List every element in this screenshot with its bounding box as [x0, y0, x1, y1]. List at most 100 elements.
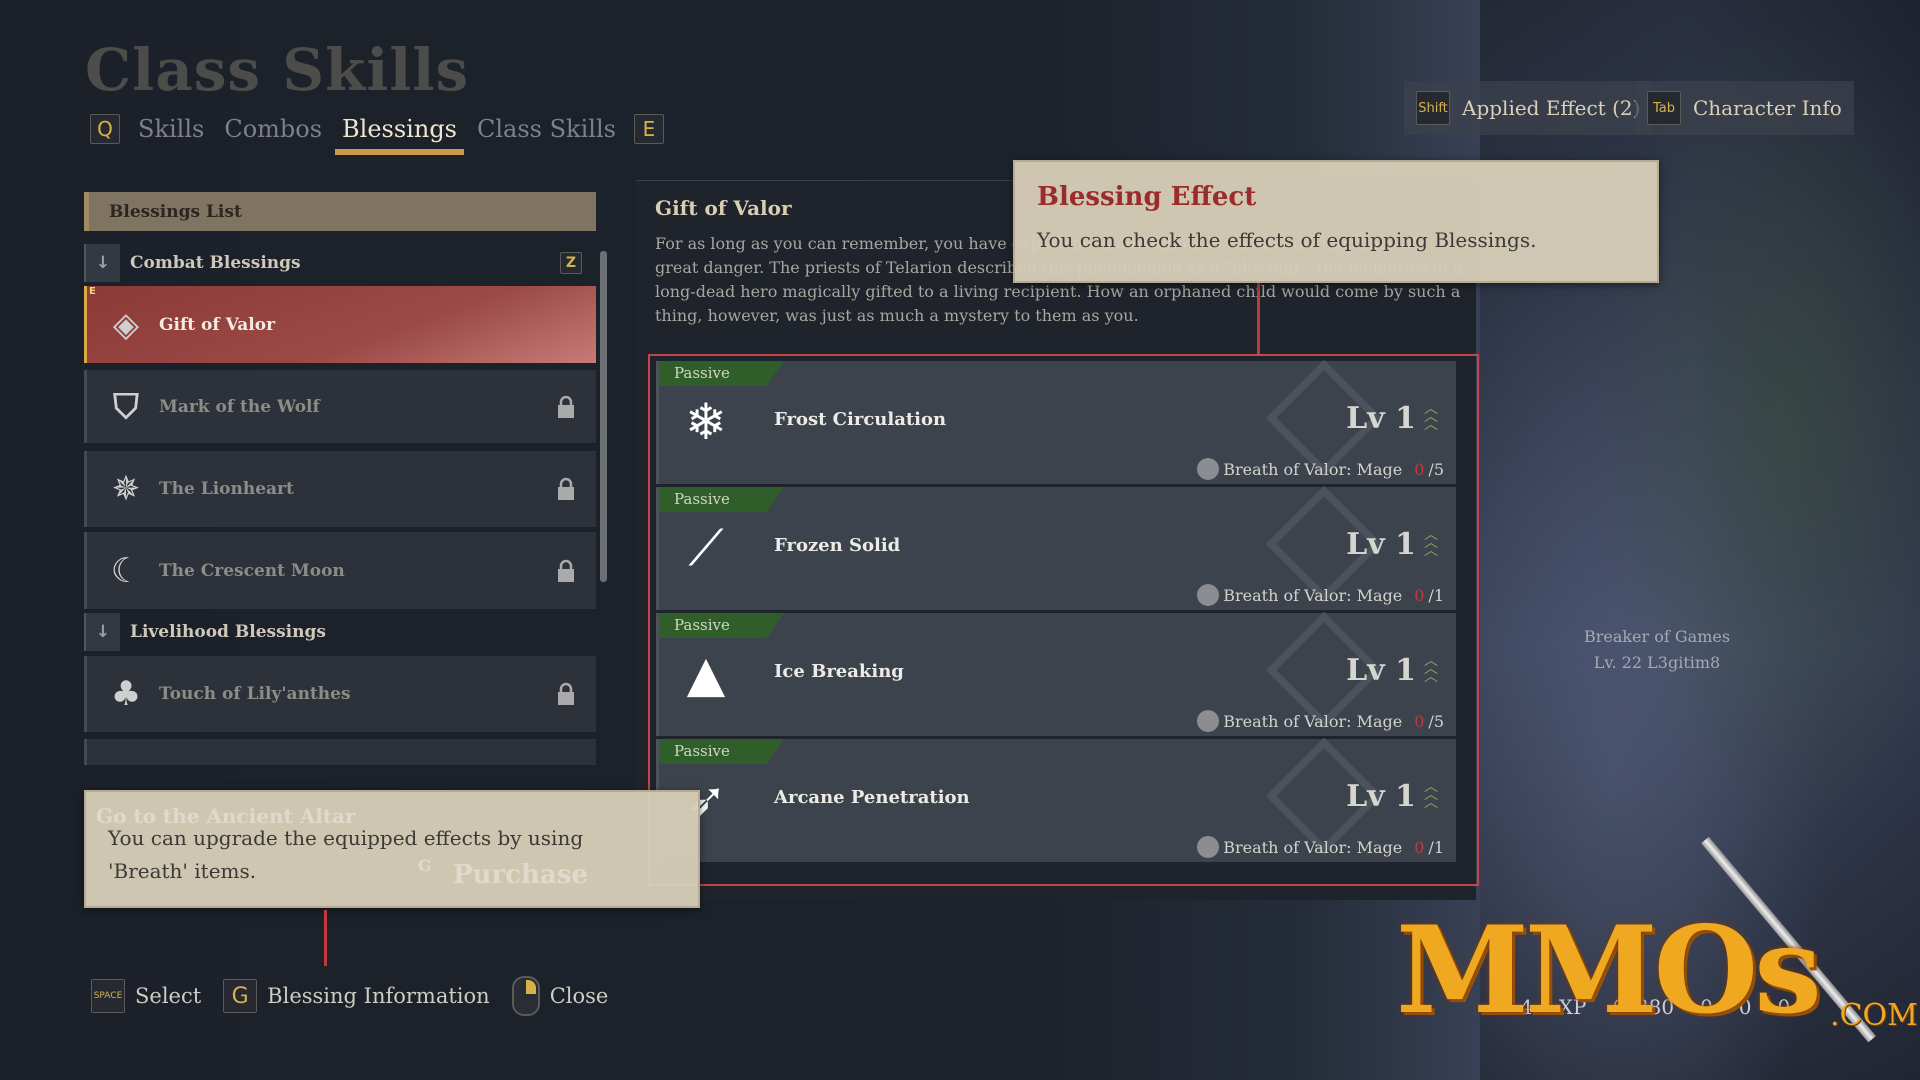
list-item-the-crescent-moon[interactable]: ☾ The Crescent Moon	[84, 532, 596, 609]
tree-icon: ♣	[110, 674, 142, 714]
breath-item-icon	[1197, 836, 1220, 858]
material-have: 0	[1414, 837, 1425, 857]
mmos-watermark-com: .COM	[1830, 998, 1918, 1033]
upgrade-chevron-icon[interactable]: ︿ ︿ ︿	[1422, 654, 1440, 684]
tab-key: Tab	[1647, 91, 1681, 125]
item-label: Gift of Valor	[159, 314, 276, 335]
blessing-effect-tooltip: Blessing Effect You can check the effect…	[1013, 160, 1659, 283]
material-need: /5	[1428, 711, 1444, 731]
select-hint[interactable]: Select	[135, 984, 201, 1008]
tooltip-line-1: You can upgrade the equipped effects by …	[108, 826, 584, 850]
effect-name: Ice Breaking	[774, 661, 904, 682]
material-name: Breath of Valor: Mage	[1223, 837, 1403, 857]
g-key: G	[223, 979, 258, 1013]
material-name: Breath of Valor: Mage	[1223, 711, 1403, 731]
close-hint[interactable]: Close	[550, 984, 609, 1008]
effect-name: Frozen Solid	[774, 535, 901, 556]
collapse-arrow-icon: ↓	[84, 613, 120, 651]
category-label: Combat Blessings	[130, 253, 301, 273]
tooltip-connector-line	[324, 910, 327, 966]
material-name: Breath of Valor: Mage	[1223, 585, 1403, 605]
character-info-button[interactable]: Tab Character Info	[1635, 81, 1854, 135]
effect-level: Lv 1	[1346, 779, 1416, 814]
tooltip-body: You can check the effects of equipping B…	[1037, 228, 1537, 252]
tab-bar: Q Skills Combos Blessings Class Skills E	[90, 114, 664, 155]
lock-icon	[558, 395, 574, 418]
upgrade-chevron-icon[interactable]: ︿ ︿ ︿	[1422, 402, 1440, 432]
collapse-arrow-icon: ↓	[84, 244, 120, 282]
snowflake-icon: ❄	[685, 393, 727, 451]
effect-level: Lv 1	[1346, 653, 1416, 688]
tab-skills[interactable]: Skills	[136, 115, 206, 143]
character-level-name: Lv. 22 L3gitim8	[1593, 653, 1721, 672]
item-label: Mark of the Wolf	[159, 396, 320, 417]
passive-tag: Passive	[659, 739, 784, 764]
mouse-right-click-icon	[511, 976, 540, 1016]
effect-card[interactable]: Passive ▲ Ice Breaking Lv 1 ︿ ︿ ︿ Breath o…	[656, 611, 1456, 736]
list-item-partial[interactable]	[84, 739, 596, 765]
equipped-badge: E	[89, 286, 96, 297]
tab-combos[interactable]: Combos	[222, 115, 324, 143]
wolf-icon: ⛉	[113, 386, 139, 427]
material-have: 0	[1414, 585, 1425, 605]
item-label: The Lionheart	[159, 479, 294, 499]
applied-effect-button[interactable]: Shift Applied Effect (2)	[1404, 81, 1653, 135]
material-need: /5	[1428, 459, 1444, 479]
tab-class-skills[interactable]: Class Skills	[475, 115, 618, 143]
z-key: Z	[560, 252, 582, 274]
prev-tab-key[interactable]: Q	[90, 114, 120, 144]
character-nameplate: Breaker of Games Lv. 22 L3gitim8	[1557, 624, 1757, 676]
upgrade-chevron-icon[interactable]: ︿ ︿ ︿	[1422, 780, 1440, 810]
material-name: Breath of Valor: Mage	[1223, 459, 1403, 479]
passive-tag: Passive	[659, 613, 784, 638]
passive-tag: Passive	[659, 487, 784, 512]
lock-icon	[558, 559, 574, 582]
upgrade-material: Breath of Valor: Mage 0/1	[1197, 584, 1444, 606]
diamond-rune-icon: ◈	[112, 304, 140, 345]
list-scrollbar[interactable]	[600, 251, 607, 582]
list-item-gift-of-valor[interactable]: E ◈ Gift of Valor	[84, 286, 596, 363]
effect-card[interactable]: Passive ❄ Frost Circulation Lv 1 ︿ ︿ ︿ Bre…	[656, 359, 1456, 484]
applied-effect-label: Applied Effect (2)	[1462, 96, 1641, 120]
passive-tag: Passive	[659, 361, 784, 386]
list-item-the-lionheart[interactable]: ✵ The Lionheart	[84, 451, 596, 527]
blessings-list-header: Blessings List	[84, 192, 596, 231]
footer-hints: SPACE Select G Blessing Information Clos…	[91, 976, 608, 1016]
sun-compass-icon: ✵	[111, 469, 141, 509]
material-have: 0	[1414, 711, 1425, 731]
upgrade-chevron-icon[interactable]: ︿ ︿ ︿	[1422, 528, 1440, 558]
breath-item-icon	[1197, 458, 1220, 480]
next-tab-key[interactable]: E	[633, 114, 664, 144]
category-livelihood-blessings[interactable]: ↓ Livelihood Blessings	[84, 613, 596, 651]
material-need: /1	[1428, 585, 1444, 605]
tooltip-connector-line	[1257, 283, 1260, 354]
effect-card[interactable]: Passive ⟋ Frozen Solid Lv 1 ︿ ︿ ︿ Breath o…	[656, 485, 1456, 610]
shift-key: Shift	[1416, 91, 1450, 125]
effect-card[interactable]: Passive ➶ Arcane Penetration Lv 1 ︿ ︿ ︿ Br…	[656, 737, 1456, 862]
tooltip-body: You can upgrade the equipped effects by …	[108, 822, 583, 888]
item-label: The Crescent Moon	[159, 560, 345, 581]
upgrade-tooltip: Go to the Ancient Altar G Purchase You c…	[84, 790, 700, 908]
material-have: 0	[1414, 459, 1425, 479]
category-combat-blessings[interactable]: ↓ Combat Blessings Z	[84, 244, 596, 282]
effect-name: Arcane Penetration	[774, 787, 970, 808]
list-item-mark-of-the-wolf[interactable]: ⛉ Mark of the Wolf	[84, 370, 596, 443]
ice-shards-icon: ⟋	[688, 519, 724, 577]
mmos-watermark-logo: MMOs	[1396, 900, 1822, 1041]
upgrade-material: Breath of Valor: Mage 0/5	[1197, 710, 1444, 732]
list-item-touch-of-lilyanthes[interactable]: ♣ Touch of Lily'anthes	[84, 656, 596, 732]
space-key: SPACE	[91, 979, 125, 1013]
material-need: /1	[1428, 837, 1444, 857]
tab-blessings[interactable]: Blessings	[335, 115, 464, 155]
breath-item-icon	[1197, 584, 1220, 606]
category-label: Livelihood Blessings	[130, 622, 326, 642]
character-info-label: Character Info	[1693, 96, 1842, 120]
tooltip-line-2: 'Breath' items.	[108, 859, 257, 883]
character-title: Breaker of Games	[1583, 627, 1731, 646]
lock-icon	[558, 682, 574, 705]
breath-item-icon	[1197, 710, 1220, 732]
upgrade-material: Breath of Valor: Mage 0/1	[1197, 836, 1444, 858]
blessing-title: Gift of Valor	[655, 196, 792, 220]
lock-icon	[558, 477, 574, 500]
blessing-information-hint[interactable]: Blessing Information	[267, 984, 490, 1008]
